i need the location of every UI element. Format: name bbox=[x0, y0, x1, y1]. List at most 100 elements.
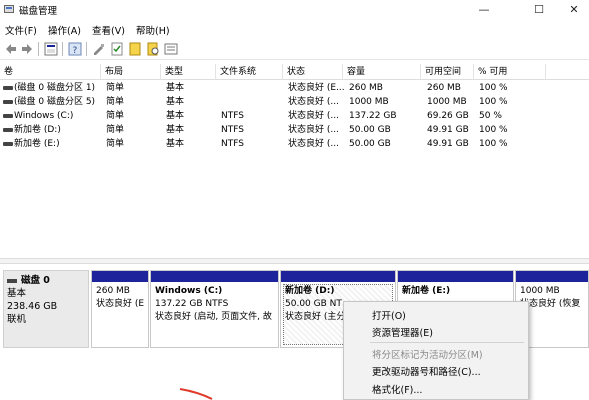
cell-percent-free: 100 % bbox=[479, 83, 508, 93]
help-icon[interactable]: ? bbox=[68, 42, 82, 56]
context-mark-active: 将分区标记为活动分区(M) bbox=[372, 350, 483, 361]
partition-bar bbox=[398, 271, 513, 282]
cell-status: 状态良好 (... bbox=[288, 139, 339, 149]
context-open[interactable]: 打开(O) bbox=[372, 308, 406, 322]
volume-row[interactable]: (磁盘 0 磁盘分区 5) 简单 基本 状态良好 (... 1000 MB 10… bbox=[0, 95, 589, 109]
context-explorer[interactable]: 资源管理器(E) bbox=[372, 325, 433, 339]
title-bar: 磁盘管理 — ☐ ✕ bbox=[0, 0, 589, 20]
cell-layout: 简单 bbox=[106, 97, 125, 107]
back-icon[interactable] bbox=[4, 42, 18, 56]
cell-free-space: 49.91 GB bbox=[427, 125, 469, 135]
toolbar: ? bbox=[0, 39, 589, 60]
annotation-arrow-icon bbox=[179, 388, 213, 400]
toolbar-separator bbox=[86, 42, 87, 56]
list-icon[interactable] bbox=[164, 42, 178, 56]
window-title: 磁盘管理 bbox=[19, 6, 58, 17]
cell-type: 基本 bbox=[166, 111, 185, 121]
volume-list-header: 卷 布局 类型 文件系统 状态 容量 可用空间 % 可用 bbox=[0, 64, 589, 80]
new-volume-icon[interactable] bbox=[128, 42, 142, 56]
context-format[interactable]: 格式化(F)... bbox=[372, 382, 422, 396]
context-menu: 打开(O) 资源管理器(E) 将分区标记为活动分区(M) 更改驱动器号和路径(C… bbox=[343, 301, 529, 400]
cell-volume: 新加卷 (D:) bbox=[14, 125, 61, 135]
partition-block[interactable]: 260 MB 状态良好 (E bbox=[91, 270, 149, 348]
partition-bar bbox=[151, 271, 278, 282]
minimize-button[interactable]: — bbox=[466, 0, 502, 20]
cell-percent-free: 100 % bbox=[479, 139, 508, 149]
column-type[interactable]: 类型 bbox=[161, 64, 216, 80]
toolbar-separator bbox=[62, 42, 63, 56]
disk-info-panel[interactable]: 磁盘 0 基本 238.46 GB 联机 bbox=[3, 270, 89, 348]
menu-file[interactable]: 文件(F) bbox=[5, 23, 37, 37]
menu-separator bbox=[370, 342, 524, 343]
cell-free-space: 49.91 GB bbox=[427, 139, 469, 149]
disk-type: 基本 bbox=[7, 288, 27, 299]
partition-size: 137.22 GB NTFS bbox=[155, 299, 229, 309]
partition-size: 1000 MB bbox=[520, 286, 560, 296]
volume-row[interactable]: (磁盘 0 磁盘分区 1) 简单 基本 状态良好 (E... 260 MB 26… bbox=[0, 81, 589, 95]
cell-layout: 简单 bbox=[106, 125, 125, 135]
search-icon[interactable] bbox=[146, 42, 160, 56]
disk-view-icon[interactable] bbox=[44, 42, 58, 56]
close-button[interactable]: ✕ bbox=[559, 0, 589, 20]
cell-free-space: 1000 MB bbox=[427, 97, 467, 107]
column-volume[interactable]: 卷 bbox=[0, 64, 101, 80]
cell-capacity: 137.22 GB bbox=[349, 111, 397, 121]
cell-percent-free: 100 % bbox=[479, 125, 508, 135]
menu-view[interactable]: 查看(V) bbox=[92, 23, 125, 37]
menu-action[interactable]: 操作(A) bbox=[48, 23, 81, 37]
volume-row[interactable]: Windows (C:) 简单 基本 NTFS 状态良好 (... 137.22… bbox=[0, 109, 589, 123]
volume-row[interactable]: 新加卷 (D:) 简单 基本 NTFS 状态良好 (... 50.00 GB 4… bbox=[0, 123, 589, 137]
cell-type: 基本 bbox=[166, 139, 185, 149]
column-layout[interactable]: 布局 bbox=[101, 64, 161, 80]
partition-bar bbox=[516, 271, 588, 282]
forward-icon[interactable] bbox=[20, 42, 34, 56]
partition-bar bbox=[92, 271, 148, 282]
cell-filesystem: NTFS bbox=[221, 125, 244, 135]
column-status[interactable]: 状态 bbox=[283, 64, 343, 80]
cell-percent-free: 100 % bbox=[479, 97, 508, 107]
menu-help[interactable]: 帮助(H) bbox=[136, 23, 170, 37]
partition-status: 状态良好 (E bbox=[96, 299, 145, 309]
menu-bar: 文件(F) 操作(A) 查看(V) 帮助(H) bbox=[0, 21, 589, 38]
partition-size: 260 MB bbox=[96, 286, 130, 296]
column-percent-free[interactable]: % 可用 bbox=[474, 64, 546, 80]
column-free-space[interactable]: 可用空间 bbox=[421, 64, 474, 80]
partition-status: 状态良好 (启动, 页面文件, 故 bbox=[155, 312, 272, 322]
check-icon[interactable] bbox=[110, 42, 124, 56]
svg-text:?: ? bbox=[73, 46, 78, 56]
cell-free-space: 260 MB bbox=[427, 83, 461, 93]
cell-filesystem: NTFS bbox=[221, 111, 244, 121]
partition-bar bbox=[281, 271, 395, 282]
cell-volume: (磁盘 0 磁盘分区 1) bbox=[14, 83, 96, 93]
maximize-button[interactable]: ☐ bbox=[521, 0, 557, 20]
column-filesystem[interactable]: 文件系统 bbox=[216, 64, 283, 80]
cell-volume: 新加卷 (E:) bbox=[14, 139, 60, 149]
disk-name: 磁盘 0 bbox=[21, 275, 50, 286]
cell-type: 基本 bbox=[166, 97, 185, 107]
cell-layout: 简单 bbox=[106, 139, 125, 149]
partition-status: 状态良好 (恢复 bbox=[520, 299, 581, 309]
cell-status: 状态良好 (... bbox=[288, 111, 339, 121]
cell-capacity: 260 MB bbox=[349, 83, 383, 93]
cell-status: 状态良好 (E... bbox=[288, 83, 345, 93]
partition-name: 新加卷 (D:) bbox=[285, 286, 335, 296]
cell-layout: 简单 bbox=[106, 111, 125, 121]
disk-management-icon bbox=[4, 5, 14, 13]
disk-status: 联机 bbox=[7, 314, 27, 325]
cell-status: 状态良好 (... bbox=[288, 125, 339, 135]
properties-icon[interactable] bbox=[92, 42, 106, 56]
context-change-drive-letter[interactable]: 更改驱动器号和路径(C)... bbox=[372, 364, 481, 378]
disk-icon bbox=[7, 279, 17, 283]
partition-name: Windows (C:) bbox=[155, 286, 223, 296]
partition-block[interactable]: Windows (C:) 137.22 GB NTFS 状态良好 (启动, 页面… bbox=[150, 270, 279, 348]
cell-type: 基本 bbox=[166, 83, 185, 93]
cell-capacity: 1000 MB bbox=[349, 97, 389, 107]
cell-status: 状态良好 (... bbox=[288, 97, 339, 107]
cell-volume: Windows (C:) bbox=[14, 111, 74, 121]
cell-volume: (磁盘 0 磁盘分区 5) bbox=[14, 97, 96, 107]
column-capacity[interactable]: 容量 bbox=[343, 64, 421, 80]
volume-row[interactable]: 新加卷 (E:) 简单 基本 NTFS 状态良好 (... 50.00 GB 4… bbox=[0, 137, 589, 151]
cell-layout: 简单 bbox=[106, 83, 125, 93]
toolbar-separator bbox=[38, 42, 39, 56]
cell-free-space: 69.26 GB bbox=[427, 111, 469, 121]
